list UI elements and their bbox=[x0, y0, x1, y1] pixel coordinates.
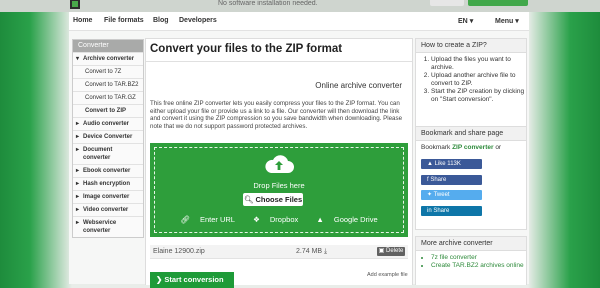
delete-label: Delete bbox=[386, 248, 404, 254]
page-title: Convert your files to the ZIP format bbox=[150, 43, 343, 55]
howto-steps: Upload the files you want to archive. Up… bbox=[416, 56, 526, 104]
top-strip: No software installation needed. bbox=[0, 0, 600, 12]
more-converters-list: 7z file converter Create TAR.BZ2 archive… bbox=[416, 254, 526, 270]
dropbox-button[interactable]: ❖ Dropbox bbox=[249, 215, 302, 224]
sidebar-header: Converter bbox=[73, 40, 143, 52]
language-label: EN bbox=[458, 18, 468, 25]
facebook-share-label: Share bbox=[430, 177, 447, 183]
bookmark-text: Bookmark ZIP converter or bbox=[416, 141, 526, 154]
chevron-down-icon: ▾ bbox=[515, 18, 519, 25]
file-name: Elaine 12900.zip bbox=[153, 248, 205, 255]
howto-step: Upload the files you want to archive. bbox=[431, 56, 526, 72]
bookmark-link[interactable]: ZIP converter bbox=[452, 144, 493, 151]
howto-step: Upload another archive file to convert t… bbox=[431, 72, 526, 88]
nav-home[interactable]: Home bbox=[73, 17, 92, 24]
file-row: Elaine 12900.zip 2.74 MB ⤓ ▣ Delete bbox=[150, 245, 408, 259]
cloud-upload-icon bbox=[265, 155, 294, 173]
start-conversion-label: Start conversion bbox=[164, 275, 224, 284]
linkedin-icon: in bbox=[427, 208, 432, 214]
sidebar-item[interactable]: Video converter bbox=[73, 203, 143, 216]
chevron-right-icon: ❯ bbox=[156, 275, 163, 284]
nav-developers[interactable]: Developers bbox=[179, 17, 217, 24]
facebook-like-label: Like 113K bbox=[434, 161, 461, 167]
start-conversion-button[interactable]: ❯ Start conversion bbox=[150, 272, 234, 288]
twitter-icon: ✦ bbox=[427, 192, 433, 198]
trash-icon: ▣ bbox=[378, 248, 385, 254]
top-button-green[interactable] bbox=[468, 0, 528, 6]
tweet-button[interactable]: ✦ Tweet bbox=[421, 190, 482, 200]
thumbs-up-icon: ▲ bbox=[427, 161, 433, 167]
file-size: 2.74 MB ⤓ bbox=[296, 248, 327, 256]
dropbox-label: Dropbox bbox=[269, 215, 299, 224]
linkedin-share-label: Share bbox=[433, 208, 450, 214]
language-selector[interactable]: EN ▾ bbox=[458, 17, 473, 25]
facebook-icon: f bbox=[427, 177, 429, 183]
search-icon: 🔍︎ bbox=[243, 195, 254, 204]
download-icon[interactable]: ⤓ bbox=[324, 248, 327, 255]
tweet-label: Tweet bbox=[433, 192, 450, 198]
more-converters-title: More archive converter bbox=[416, 237, 526, 251]
sidebar-item[interactable]: Ebook converter bbox=[73, 164, 143, 177]
main-nav: Home File formats Blog Developers EN ▾ M… bbox=[69, 12, 529, 31]
sidebar-item[interactable]: Document converter bbox=[73, 143, 143, 164]
sidebar-item[interactable]: Convert to ZIP bbox=[73, 104, 143, 117]
sidebar-item[interactable]: Webservice converter bbox=[73, 216, 143, 237]
nav-blog[interactable]: Blog bbox=[153, 17, 169, 24]
enter-url-button[interactable]: 🔗︎ Enter URL bbox=[176, 215, 239, 224]
add-example-file-link[interactable]: Add example file bbox=[367, 272, 408, 278]
more-converter-link[interactable]: Create TAR.BZ2 archives online bbox=[431, 262, 526, 270]
sidebar-item[interactable]: Convert to TAR.GZ bbox=[73, 91, 143, 104]
google-drive-button[interactable]: ▲ Google Drive bbox=[312, 215, 381, 224]
sidebar-item[interactable]: Archive converter bbox=[73, 52, 143, 65]
howto-title: How to create a ZIP? bbox=[416, 39, 526, 53]
linkedin-share-button[interactable]: in Share bbox=[421, 206, 482, 216]
page-subtitle: Online archive converter bbox=[315, 81, 402, 90]
logo[interactable] bbox=[70, 0, 80, 9]
choose-files-label: Choose Files bbox=[255, 195, 303, 204]
facebook-share-button[interactable]: f Share bbox=[421, 175, 482, 185]
nav-file-formats[interactable]: File formats bbox=[104, 17, 144, 24]
dropbox-icon: ❖ bbox=[253, 215, 260, 224]
bookmark-box: Bookmark and share page Bookmark ZIP con… bbox=[415, 126, 527, 230]
main-panel: Convert your files to the ZIP format Onl… bbox=[145, 38, 413, 288]
bookmark-text-pre: Bookmark bbox=[421, 144, 453, 151]
more-converters-box: More archive converter 7z file converter… bbox=[415, 236, 527, 285]
divider bbox=[146, 61, 412, 62]
sidebar-item[interactable]: Convert to TAR.BZ2 bbox=[73, 78, 143, 91]
delete-button[interactable]: ▣ Delete bbox=[377, 247, 405, 256]
howto-box: How to create a ZIP? Upload the files yo… bbox=[415, 38, 527, 130]
upload-options: 🔗︎ Enter URL ❖ Dropbox ▲ Google Drive bbox=[150, 215, 408, 224]
bookmark-title: Bookmark and share page bbox=[416, 127, 526, 141]
bookmark-text-post: or bbox=[493, 144, 502, 151]
facebook-like-button[interactable]: ▲ Like 113K bbox=[421, 159, 482, 169]
howto-step: Start the ZIP creation by clicking on "S… bbox=[431, 88, 526, 104]
top-button-gray[interactable] bbox=[430, 0, 464, 6]
sidebar-item[interactable]: Convert to 7Z bbox=[73, 65, 143, 78]
choose-files-button[interactable]: 🔍︎ Choose Files bbox=[243, 193, 303, 206]
google-drive-label: Google Drive bbox=[333, 215, 378, 224]
sidebar-item[interactable]: Hash encryption bbox=[73, 177, 143, 190]
link-icon: 🔗︎ bbox=[180, 215, 190, 224]
sidebar-item[interactable]: Image converter bbox=[73, 190, 143, 203]
logo-mark bbox=[72, 1, 78, 7]
converter-sidebar: Converter Archive converterConvert to 7Z… bbox=[72, 39, 144, 238]
menu-label: Menu bbox=[495, 18, 514, 25]
page-description: This free online ZIP converter lets you … bbox=[150, 100, 403, 130]
sidebar-item[interactable]: Audio converter bbox=[73, 117, 143, 130]
file-drop-zone[interactable]: Drop Files here 🔍︎ Choose Files 🔗︎ Enter… bbox=[150, 143, 408, 237]
drop-files-text: Drop Files here bbox=[253, 181, 305, 190]
page-body: Converter Archive converterConvert to 7Z… bbox=[69, 31, 529, 288]
google-drive-icon: ▲ bbox=[316, 215, 324, 224]
file-size-value: 2.74 MB bbox=[296, 248, 323, 255]
sidebar-item[interactable]: Device Converter bbox=[73, 130, 143, 143]
more-converter-link[interactable]: 7z file converter bbox=[431, 254, 526, 262]
install-notice: No software installation needed. bbox=[218, 0, 318, 7]
chevron-down-icon: ▾ bbox=[469, 18, 474, 25]
menu-button[interactable]: Menu ▾ bbox=[495, 17, 519, 25]
enter-url-label: Enter URL bbox=[199, 215, 235, 224]
